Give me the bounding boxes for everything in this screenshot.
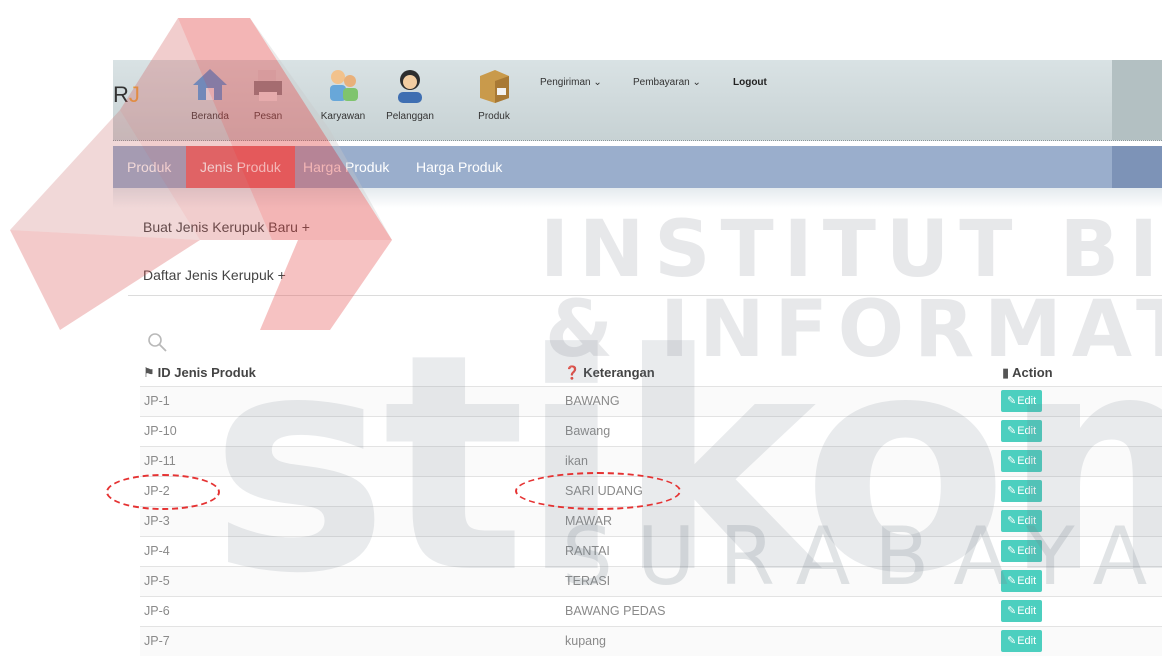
- tab-jenis-produk[interactable]: Jenis Produk: [186, 146, 295, 188]
- nav-pesan[interactable]: Pesan: [233, 66, 303, 122]
- col-header-action: ▮ Action: [1002, 365, 1053, 380]
- customer-icon: [398, 70, 422, 103]
- col-header-desc[interactable]: ❓ Keterangan: [564, 365, 655, 381]
- edit-button[interactable]: ✎Edit: [1001, 420, 1043, 442]
- menu-pengiriman[interactable]: Pengiriman ⌄: [540, 77, 602, 88]
- tab-produk[interactable]: Produk: [113, 146, 185, 188]
- watermark-line2: & INFORMATIKA: [545, 285, 1162, 375]
- menu-pembayaran[interactable]: Pembayaran ⌄: [633, 77, 701, 88]
- create-type-link[interactable]: Buat Jenis Kerupuk Baru +: [143, 219, 310, 235]
- table-row: JP-4 RANTAI ✎Edit: [140, 536, 1162, 566]
- jenis-produk-table: JP-1 BAWANG ✎Edit JP-10 Bawang ✎Edit JP-11 ik…: [140, 386, 1162, 656]
- box-icon: [480, 70, 509, 103]
- pencil-icon: ✎: [1007, 485, 1017, 497]
- edit-button[interactable]: ✎Edit: [1001, 570, 1043, 592]
- table-row: JP-3 MAWAR ✎Edit: [140, 506, 1162, 536]
- printer-icon: [254, 70, 282, 101]
- table-row: JP-6 BAWANG PEDAS ✎Edit: [140, 596, 1162, 626]
- divider: [128, 295, 1162, 296]
- edit-button[interactable]: ✎Edit: [1001, 510, 1043, 532]
- tabbar-side-band: [1112, 146, 1162, 188]
- pencil-icon: ✎: [1007, 635, 1017, 647]
- info-icon: ❓: [564, 365, 581, 380]
- edit-button[interactable]: ✎Edit: [1001, 540, 1043, 562]
- pencil-icon: ✎: [1007, 425, 1017, 437]
- flag-icon: ⚑: [143, 365, 155, 380]
- edit-button[interactable]: ✎Edit: [1001, 450, 1043, 472]
- annotation-ellipse-id: [106, 474, 220, 510]
- list-type-link[interactable]: Daftar Jenis Kerupuk +: [143, 267, 286, 283]
- annotation-ellipse-desc: [515, 472, 681, 510]
- pencil-icon: ✎: [1007, 395, 1017, 407]
- house-icon: [193, 69, 227, 100]
- search-icon[interactable]: [147, 332, 169, 354]
- edit-button[interactable]: ✎Edit: [1001, 600, 1043, 622]
- nav-karyawan[interactable]: Karyawan: [308, 66, 378, 122]
- nav-produk[interactable]: Produk: [459, 66, 529, 122]
- pencil-icon: ✎: [1007, 605, 1017, 617]
- table-row: JP-5 TERASI ✎Edit: [140, 566, 1162, 596]
- pencil-icon: ✎: [1007, 545, 1017, 557]
- people-icon: [330, 70, 358, 101]
- table-row: JP-1 BAWANG ✎Edit: [140, 386, 1162, 416]
- col-header-id[interactable]: ⚑ ID Jenis Produk: [143, 365, 256, 381]
- logout-link[interactable]: Logout: [733, 77, 767, 88]
- brand-logo[interactable]: RJ: [113, 82, 140, 108]
- table-row: JP-11 ikan ✎Edit: [140, 446, 1162, 476]
- tab-bar: Produk Jenis Produk Harga Produk Harga P…: [113, 146, 1162, 188]
- watermark-line1: INSTITUT BISNIS: [540, 205, 1162, 295]
- nav-pelanggan[interactable]: Pelanggan: [375, 66, 445, 122]
- edit-button[interactable]: ✎Edit: [1001, 630, 1043, 652]
- tabbar-shadow: [113, 188, 1162, 208]
- edit-button[interactable]: ✎Edit: [1001, 480, 1043, 502]
- pencil-icon: ✎: [1007, 515, 1017, 527]
- edit-button[interactable]: ✎Edit: [1001, 390, 1043, 412]
- tab-harga-produk[interactable]: Harga Produk: [289, 146, 403, 188]
- header-side-band: [1112, 60, 1162, 140]
- top-header: RJ Beranda Pesan Karyawan Pelanggan Prod…: [113, 60, 1162, 141]
- table-row: JP-10 Bawang ✎Edit: [140, 416, 1162, 446]
- pencil-icon: ✎: [1007, 455, 1017, 467]
- bookmark-icon: ▮: [1002, 365, 1010, 380]
- pencil-icon: ✎: [1007, 575, 1017, 587]
- tab-harga-produk-2[interactable]: Harga Produk: [402, 146, 516, 188]
- table-row: JP-7 kupang ✎Edit: [140, 626, 1162, 656]
